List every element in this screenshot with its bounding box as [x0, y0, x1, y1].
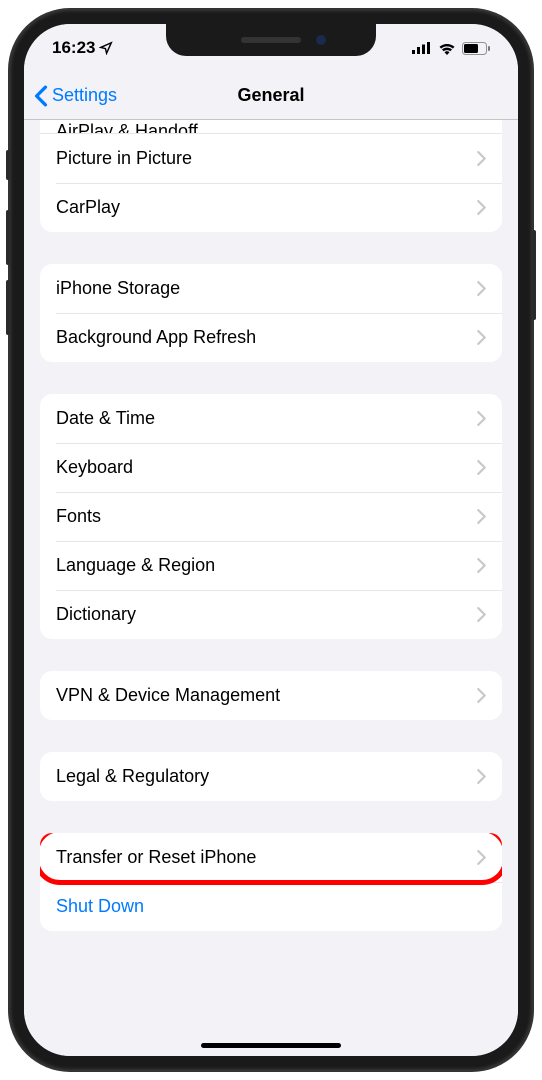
truncated-row[interactable]: AirPlay & Handoff [40, 120, 502, 134]
screen: 16:23 Settings General AirPlay & Handoff [24, 24, 518, 1056]
row-label: Legal & Regulatory [56, 766, 209, 787]
row-iphone-storage[interactable]: iPhone Storage [40, 264, 502, 313]
row-shut-down[interactable]: Shut Down [40, 882, 502, 931]
row-label: Dictionary [56, 604, 136, 625]
settings-group-vpn: VPN & Device Management [40, 671, 502, 720]
location-arrow-icon [99, 41, 113, 55]
battery-icon [462, 42, 490, 55]
chevron-right-icon [477, 460, 486, 475]
row-transfer-reset-iphone[interactable]: Transfer or Reset iPhone [40, 833, 502, 882]
home-indicator[interactable] [201, 1043, 341, 1048]
row-picture-in-picture[interactable]: Picture in Picture [40, 134, 502, 183]
chevron-left-icon [34, 85, 48, 107]
row-fonts[interactable]: Fonts [40, 492, 502, 541]
speaker-grille [241, 37, 301, 43]
status-time: 16:23 [52, 38, 95, 58]
row-label: Keyboard [56, 457, 133, 478]
page-title: General [237, 85, 304, 106]
row-label: Language & Region [56, 555, 215, 576]
row-label: Fonts [56, 506, 101, 527]
settings-group-storage: iPhone Storage Background App Refresh [40, 264, 502, 362]
wifi-icon [438, 42, 456, 55]
row-label: VPN & Device Management [56, 685, 280, 706]
chevron-right-icon [477, 330, 486, 345]
settings-group-display: AirPlay & Handoff Picture in Picture Car… [40, 120, 502, 232]
silence-switch [6, 150, 10, 180]
back-button[interactable]: Settings [34, 85, 117, 107]
chevron-right-icon [477, 281, 486, 296]
cellular-signal-icon [412, 42, 432, 54]
power-button [532, 230, 536, 320]
chevron-right-icon [477, 411, 486, 426]
row-label: CarPlay [56, 197, 120, 218]
row-label: Date & Time [56, 408, 155, 429]
row-date-time[interactable]: Date & Time [40, 394, 502, 443]
row-background-app-refresh[interactable]: Background App Refresh [40, 313, 502, 362]
nav-bar: Settings General [24, 72, 518, 120]
row-keyboard[interactable]: Keyboard [40, 443, 502, 492]
row-label: Picture in Picture [56, 148, 192, 169]
back-label: Settings [52, 85, 117, 106]
row-label: iPhone Storage [56, 278, 180, 299]
row-label: Transfer or Reset iPhone [56, 847, 256, 868]
row-label: Shut Down [56, 896, 144, 917]
front-camera [316, 35, 326, 45]
chevron-right-icon [477, 509, 486, 524]
row-carplay[interactable]: CarPlay [40, 183, 502, 232]
settings-group-legal: Legal & Regulatory [40, 752, 502, 801]
volume-down-button [6, 280, 10, 335]
row-label: Background App Refresh [56, 327, 256, 348]
chevron-right-icon [477, 558, 486, 573]
chevron-right-icon [477, 688, 486, 703]
row-vpn-device-management[interactable]: VPN & Device Management [40, 671, 502, 720]
chevron-right-icon [477, 769, 486, 784]
settings-group-locale: Date & Time Keyboard Fonts Language & Re… [40, 394, 502, 639]
chevron-right-icon [477, 200, 486, 215]
notch [166, 24, 376, 56]
chevron-right-icon [477, 151, 486, 166]
chevron-right-icon [477, 607, 486, 622]
settings-content[interactable]: AirPlay & Handoff Picture in Picture Car… [24, 120, 518, 1056]
volume-up-button [6, 210, 10, 265]
row-language-region[interactable]: Language & Region [40, 541, 502, 590]
truncated-row-label: AirPlay & Handoff [56, 121, 198, 134]
row-dictionary[interactable]: Dictionary [40, 590, 502, 639]
settings-group-reset: Transfer or Reset iPhone Shut Down [40, 833, 502, 931]
row-legal-regulatory[interactable]: Legal & Regulatory [40, 752, 502, 801]
phone-frame: 16:23 Settings General AirPlay & Handoff [10, 10, 532, 1070]
chevron-right-icon [477, 850, 486, 865]
